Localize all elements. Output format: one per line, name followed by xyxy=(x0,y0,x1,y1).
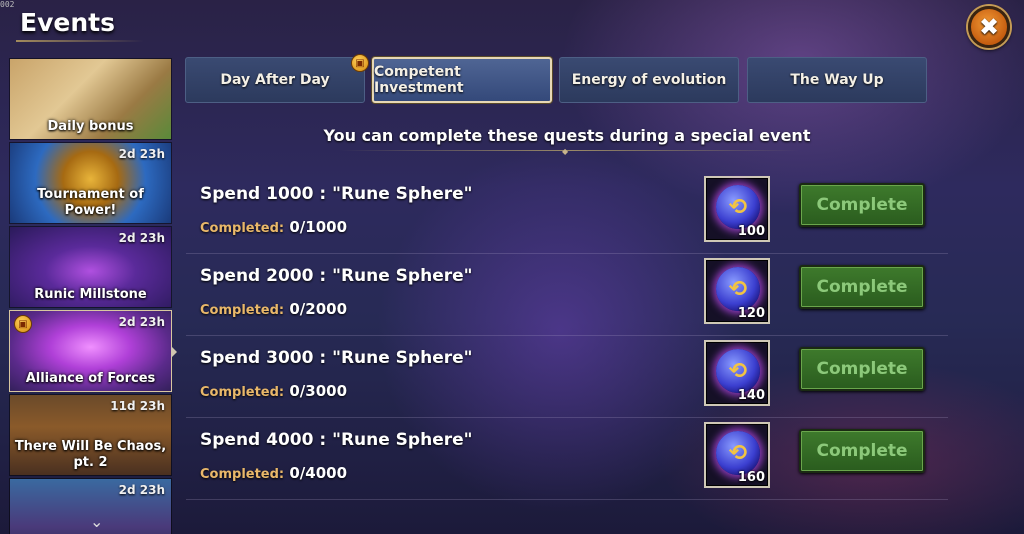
sidebar-item-label: Tournament of Power! xyxy=(37,187,144,218)
selected-pointer xyxy=(171,346,177,358)
quest-progress: Completed: 0/1000 xyxy=(200,218,347,236)
close-icon: ✖ xyxy=(978,13,1000,41)
event-timer: 2d 23h xyxy=(118,483,165,497)
rune-sphere-icon: ⟲ xyxy=(716,349,760,393)
reward-quantity: 160 xyxy=(737,470,765,485)
progress-value: 0/3000 xyxy=(289,382,348,400)
event-timer: 2d 23h xyxy=(118,231,165,245)
sidebar-item-label: Runic Millstone xyxy=(34,287,147,302)
sidebar-item-daily-bonus[interactable]: Daily bonus xyxy=(9,58,172,140)
sidebar-item-tournament[interactable]: 2d 23h Tournament of Power! xyxy=(9,142,172,224)
gift-icon: ▣ xyxy=(351,54,369,72)
complete-button[interactable]: Complete xyxy=(799,265,925,309)
completed-label: Completed: xyxy=(200,303,285,318)
completed-label: Completed: xyxy=(200,467,285,482)
reward-slot[interactable]: ⟲ 120 xyxy=(704,258,770,324)
rune-sphere-icon: ⟲ xyxy=(716,185,760,229)
events-sidebar[interactable]: Daily bonus 2d 23h Tournament of Power! … xyxy=(9,58,172,534)
event-timer: 2d 23h xyxy=(118,147,165,161)
sidebar-item-runic-millstone[interactable]: 2d 23h Runic Millstone xyxy=(9,226,172,308)
chevron-down-icon[interactable]: ⌄ xyxy=(90,512,103,531)
close-button[interactable]: ✖ xyxy=(968,6,1010,48)
event-info-text: You can complete these quests during a s… xyxy=(323,126,811,145)
tab-the-way-up[interactable]: The Way Up xyxy=(747,57,927,103)
progress-value: 0/4000 xyxy=(289,464,348,482)
quest-row: Spend 2000 : "Rune Sphere" Completed: 0/… xyxy=(186,258,948,336)
page-title: Events xyxy=(20,8,115,37)
sidebar-item-alliance-of-forces[interactable]: ▣ 2d 23h Alliance of Forces xyxy=(9,310,172,392)
quest-progress: Completed: 0/4000 xyxy=(200,464,347,482)
progress-value: 0/2000 xyxy=(289,300,348,318)
complete-button[interactable]: Complete xyxy=(799,429,925,473)
quest-row: Spend 4000 : "Rune Sphere" Completed: 0/… xyxy=(186,422,948,500)
version-label: 002 xyxy=(0,0,15,9)
tab-day-after-day[interactable]: Day After Day xyxy=(185,57,365,103)
title-divider xyxy=(16,40,144,42)
quest-progress: Completed: 0/2000 xyxy=(200,300,347,318)
reward-slot[interactable]: ⟲ 140 xyxy=(704,340,770,406)
quest-row: Spend 3000 : "Rune Sphere" Completed: 0/… xyxy=(186,340,948,418)
reward-quantity: 140 xyxy=(737,388,765,403)
completed-label: Completed: xyxy=(200,385,285,400)
progress-value: 0/1000 xyxy=(289,218,348,236)
quest-row: Spend 1000 : "Rune Sphere" Completed: 0/… xyxy=(186,176,948,254)
sidebar-item-chaos[interactable]: 11d 23h There Will Be Chaos, pt. 2 xyxy=(9,394,172,476)
sidebar-item-label: Alliance of Forces xyxy=(25,371,156,386)
complete-button[interactable]: Complete xyxy=(799,347,925,391)
complete-button[interactable]: Complete xyxy=(799,183,925,227)
quest-title: Spend 3000 : "Rune Sphere" xyxy=(200,348,473,368)
reward-slot[interactable]: ⟲ 100 xyxy=(704,176,770,242)
reward-quantity: 100 xyxy=(737,224,765,239)
sidebar-item-label: Daily bonus xyxy=(47,119,134,134)
rune-sphere-icon: ⟲ xyxy=(716,431,760,475)
tab-competent-investment[interactable]: Competent Investment xyxy=(372,57,552,103)
info-notch-icon: ◆ xyxy=(562,147,569,156)
quest-title: Spend 4000 : "Rune Sphere" xyxy=(200,430,473,450)
quest-progress: Completed: 0/3000 xyxy=(200,382,347,400)
sidebar-item-label: There Will Be Chaos, pt. 2 xyxy=(14,439,167,470)
rune-sphere-icon: ⟲ xyxy=(716,267,760,311)
quest-title: Spend 1000 : "Rune Sphere" xyxy=(200,184,473,204)
reward-slot[interactable]: ⟲ 160 xyxy=(704,422,770,488)
reward-quantity: 120 xyxy=(737,306,765,321)
info-divider xyxy=(340,150,800,151)
completed-label: Completed: xyxy=(200,221,285,236)
tab-energy-of-evolution[interactable]: Energy of evolution xyxy=(559,57,739,103)
gift-icon: ▣ xyxy=(14,315,32,333)
event-timer: 11d 23h xyxy=(110,399,165,413)
quest-title: Spend 2000 : "Rune Sphere" xyxy=(200,266,473,286)
event-timer: 2d 23h xyxy=(118,315,165,329)
